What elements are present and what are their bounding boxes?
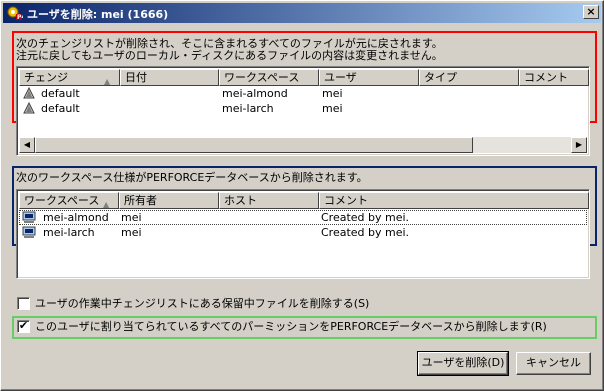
table-row[interactable]: mei-almond mei Created by mei. xyxy=(19,210,587,225)
changelist-icon xyxy=(23,102,35,114)
cell-user: mei xyxy=(322,102,343,115)
cell-owner: mei xyxy=(121,211,142,224)
changelists-header: チェンジ ▲ 日付 ワークスペース ユーザ タイプ コメント xyxy=(19,69,589,86)
app-icon: P4 xyxy=(7,6,23,21)
column-header-host[interactable]: ホスト xyxy=(219,192,319,209)
column-header-comment[interactable]: コメント xyxy=(519,69,589,86)
workspace-icon xyxy=(22,226,36,238)
column-header-workspace[interactable]: ワークスペース ▲ xyxy=(19,192,119,209)
window-title: ユーザを削除: mei (1666) xyxy=(27,8,169,21)
scroll-left-icon[interactable]: ◀ xyxy=(19,137,35,153)
column-header-comment[interactable]: コメント xyxy=(319,192,589,209)
column-header-change[interactable]: チェンジ ▲ xyxy=(19,69,120,86)
column-header-type[interactable]: タイプ xyxy=(419,69,519,86)
scroll-right-icon[interactable]: ▶ xyxy=(571,137,587,153)
sort-ascending-icon: ▲ xyxy=(103,200,110,209)
cell-workspace: mei-almond xyxy=(43,211,109,224)
delete-user-dialog: P4 ユーザを削除: mei (1666) × 次のチェンジリストが削除され、そ… xyxy=(0,0,604,391)
changelist-icon xyxy=(23,87,35,99)
delete-permissions-checkbox[interactable]: ✔ xyxy=(17,320,30,333)
changelists-list[interactable]: チェンジ ▲ 日付 ワークスペース ユーザ タイプ コメント default m… xyxy=(16,66,590,156)
column-header-user[interactable]: ユーザ xyxy=(319,69,419,86)
cell-workspace: mei-larch xyxy=(43,226,95,239)
delete-shelved-label: ユーザの作業中チェンジリストにある保留中ファイルを削除する(S) xyxy=(35,297,370,310)
scrollbar-thumb[interactable] xyxy=(35,137,473,153)
cell-change: default xyxy=(41,87,80,100)
cell-user: mei xyxy=(322,87,343,100)
cancel-button[interactable]: キャンセル xyxy=(516,352,591,375)
title-bar[interactable]: P4 ユーザを削除: mei (1666) × xyxy=(3,3,601,23)
cell-comment: Created by mei. xyxy=(321,226,410,239)
workspaces-list[interactable]: ワークスペース ▲ 所有者 ホスト コメント mei-almond mei Cr… xyxy=(16,189,590,279)
table-row[interactable]: default mei-almond mei xyxy=(19,86,587,101)
cell-change: default xyxy=(41,102,80,115)
changelists-message-line2: 注元に戻してもユーザのローカル・ディスクにあるファイルの内容は変更されません。 xyxy=(16,49,443,62)
cell-workspace: mei-larch xyxy=(222,102,274,115)
column-header-owner[interactable]: 所有者 xyxy=(119,192,219,209)
delete-permissions-label: このユーザに割り当てられているすべてのパーミッションをPERFORCEデータベー… xyxy=(35,320,547,333)
cell-owner: mei xyxy=(121,226,142,239)
table-row[interactable]: default mei-larch mei xyxy=(19,101,587,116)
delete-shelved-checkbox[interactable] xyxy=(17,297,30,310)
svg-text:P4: P4 xyxy=(17,14,23,21)
workspace-icon xyxy=(22,211,36,223)
table-row[interactable]: mei-larch mei Created by mei. xyxy=(19,225,587,240)
column-header-workspace[interactable]: ワークスペース xyxy=(219,69,319,86)
workspaces-header: ワークスペース ▲ 所有者 ホスト コメント xyxy=(19,192,589,209)
workspaces-message: 次のワークスペース仕様がPERFORCEデータベースから削除されます。 xyxy=(16,171,368,184)
sort-ascending-icon: ▲ xyxy=(104,77,111,86)
column-header-date[interactable]: 日付 xyxy=(120,69,219,86)
cell-workspace: mei-almond xyxy=(222,87,288,100)
delete-user-button[interactable]: ユーザを削除(D) xyxy=(417,351,509,376)
close-button[interactable]: × xyxy=(583,5,599,19)
changelists-horizontal-scrollbar[interactable]: ◀ ▶ xyxy=(19,137,587,153)
cell-comment: Created by mei. xyxy=(321,211,410,224)
